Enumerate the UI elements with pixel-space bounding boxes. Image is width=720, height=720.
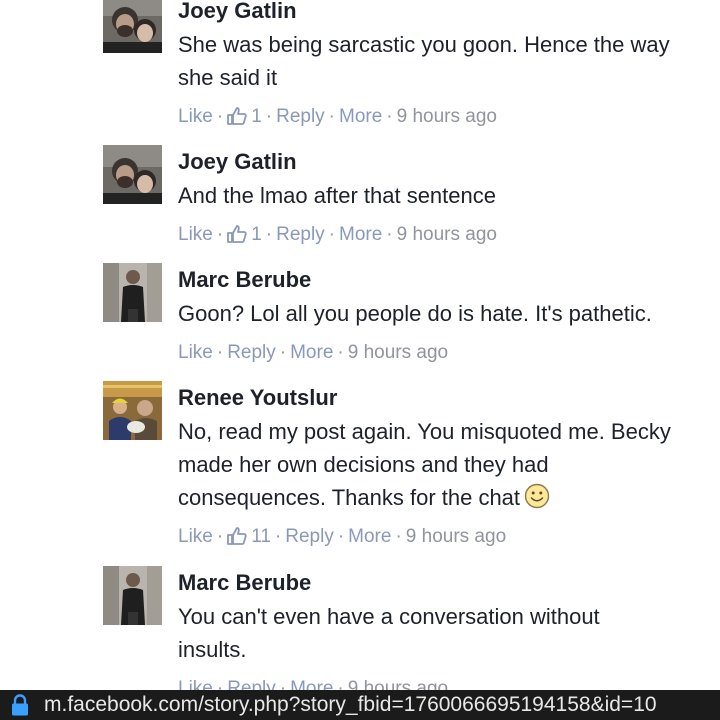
separator: · xyxy=(216,526,224,547)
separator: · xyxy=(216,678,224,690)
comment-text-line: And the lmao after that sentence xyxy=(178,183,496,208)
thumbs-up-icon xyxy=(227,107,247,125)
like-count[interactable]: 11 xyxy=(227,526,271,547)
comment-text-line-with-emoji: consequences. Thanks for the chat xyxy=(178,481,713,514)
reply-link[interactable]: Reply xyxy=(227,678,276,690)
separator: · xyxy=(279,342,287,363)
more-link[interactable]: More xyxy=(339,224,382,245)
like-count[interactable]: 1 xyxy=(227,224,262,245)
comment-actions: Like · Reply · More · 9 hours ago xyxy=(178,340,448,366)
comment-timestamp[interactable]: 9 hours ago xyxy=(406,526,506,547)
separator: · xyxy=(216,342,224,363)
browser-url-bar[interactable]: m.facebook.com/story.php?story_fbid=1760… xyxy=(0,690,720,720)
separator: · xyxy=(337,342,344,363)
comment-author[interactable]: Renee Youtslur xyxy=(178,383,337,413)
comment-author[interactable]: Joey Gatlin xyxy=(178,147,297,177)
comment-author[interactable]: Joey Gatlin xyxy=(178,0,297,26)
like-count-value: 1 xyxy=(251,106,262,127)
like-link[interactable]: Like xyxy=(178,106,213,127)
comment-text-line: she said it xyxy=(178,65,278,90)
thumbs-up-icon xyxy=(227,225,247,243)
reply-link[interactable]: Reply xyxy=(227,342,276,363)
reply-link[interactable]: Reply xyxy=(285,526,334,547)
separator: · xyxy=(386,224,393,245)
comment-text-line: You can't even have a conversation witho… xyxy=(178,604,600,629)
separator: · xyxy=(265,106,273,127)
comment-text: Goon? Lol all you people do is hate. It'… xyxy=(178,297,713,330)
more-link[interactable]: More xyxy=(348,526,391,547)
comment-text: No, read my post again. You misquoted me… xyxy=(178,415,713,514)
comment-text: You can't even have a conversation witho… xyxy=(178,600,713,666)
separator: · xyxy=(395,526,402,547)
comment-text-line: She was being sarcastic you goon. Hence … xyxy=(178,32,670,57)
comment-actions: Like · 1 · Reply · More · 9 hours ago xyxy=(178,222,497,248)
comment-text-line: No, read my post again. You misquoted me… xyxy=(178,419,671,444)
thumbs-up-icon xyxy=(227,527,247,545)
like-link[interactable]: Like xyxy=(178,342,213,363)
comment-timestamp[interactable]: 9 hours ago xyxy=(397,224,497,245)
comment-text-line: made her own decisions and they had xyxy=(178,452,549,477)
comment-timestamp[interactable]: 9 hours ago xyxy=(397,106,497,127)
like-count[interactable]: 1 xyxy=(227,106,262,127)
reply-link[interactable]: Reply xyxy=(276,106,325,127)
avatar-marc-berube[interactable] xyxy=(103,263,162,322)
separator: · xyxy=(337,526,345,547)
like-count-value: 1 xyxy=(251,224,262,245)
smiley-emoji-icon xyxy=(524,483,550,509)
like-link[interactable]: Like xyxy=(178,526,213,547)
separator: · xyxy=(386,106,393,127)
more-link[interactable]: More xyxy=(339,106,382,127)
url-fade-overlay xyxy=(680,690,720,720)
comment-author[interactable]: Marc Berube xyxy=(178,265,311,295)
like-link[interactable]: Like xyxy=(178,678,213,690)
comment-text-line: insults. xyxy=(178,637,247,662)
comment-timestamp[interactable]: 9 hours ago xyxy=(348,342,448,363)
more-link[interactable]: More xyxy=(290,342,333,363)
avatar-renee-youtslur[interactable] xyxy=(103,381,162,440)
reply-link[interactable]: Reply xyxy=(276,224,325,245)
comment-actions: Like · Reply · More · 9 hours ago xyxy=(178,676,448,690)
comment-actions: Like · 1 · Reply · More · 9 hours ago xyxy=(178,104,497,130)
comment-actions: Like · 11 · Reply · More · 9 hours ago xyxy=(178,524,506,550)
comment-text-line: Goon? Lol all you people do is hate. It'… xyxy=(178,301,652,326)
avatar-marc-berube[interactable] xyxy=(103,566,162,625)
url-text[interactable]: m.facebook.com/story.php?story_fbid=1760… xyxy=(44,690,657,720)
comments-list: Joey Gatlin She was being sarcastic you … xyxy=(0,0,720,690)
separator: · xyxy=(328,224,335,245)
separator: · xyxy=(328,106,335,127)
comment-timestamp[interactable]: 9 hours ago xyxy=(348,678,448,690)
like-link[interactable]: Like xyxy=(178,224,213,245)
separator: · xyxy=(337,678,344,690)
comment-author[interactable]: Marc Berube xyxy=(178,568,311,598)
like-count-value: 11 xyxy=(251,526,271,547)
separator: · xyxy=(265,224,273,245)
separator: · xyxy=(274,526,282,547)
separator: · xyxy=(216,106,224,127)
lock-icon xyxy=(10,694,30,720)
avatar-joey-gatlin[interactable] xyxy=(103,0,162,53)
avatar-joey-gatlin[interactable] xyxy=(103,145,162,204)
separator: · xyxy=(216,224,224,245)
more-link[interactable]: More xyxy=(290,678,333,690)
comment-text: And the lmao after that sentence xyxy=(178,179,713,212)
comment-text: She was being sarcastic you goon. Hence … xyxy=(178,28,713,94)
separator: · xyxy=(279,678,287,690)
comment-text-line: consequences. Thanks for the chat xyxy=(178,485,521,510)
